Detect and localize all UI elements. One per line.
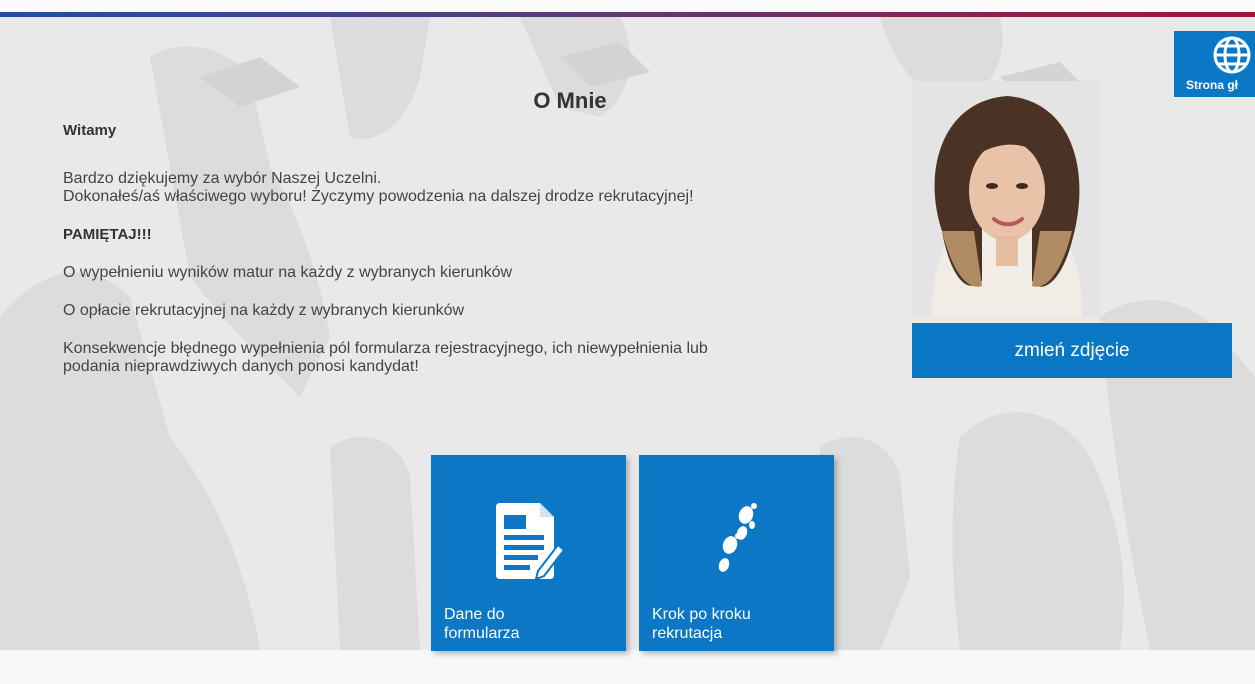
profile-photo	[912, 81, 1101, 317]
footsteps-icon	[712, 501, 762, 586]
home-page-button[interactable]: Strona gł	[1174, 31, 1255, 97]
tile-form-data[interactable]: Dane do formularza	[431, 455, 626, 651]
globe-icon	[1212, 34, 1252, 81]
warning-line-1: Konsekwencje błędnego wypełnienia pól fo…	[63, 340, 708, 357]
tile-form-label: Dane do formularza	[444, 606, 520, 642]
greeting-text: Witamy	[63, 122, 117, 139]
tile-steps-label: Krok po kroku rekrutacja	[652, 606, 751, 642]
form-document-icon	[492, 501, 566, 588]
home-page-label: Strona gł	[1186, 78, 1239, 92]
tile-recruitment-steps[interactable]: Krok po kroku rekrutacja	[639, 455, 834, 651]
reminder-fee: O opłacie rekrutacyjnej na każdy z wybra…	[63, 302, 465, 319]
intro-line-1: Bardzo dziękujemy za wybór Naszej Uczeln…	[63, 170, 382, 187]
welcome-content: Witamy Bardzo dziękujemy za wybór Naszej…	[63, 118, 913, 376]
bottom-strip	[0, 650, 1255, 684]
change-photo-button[interactable]: zmień zdjęcie	[912, 323, 1232, 378]
warning-line-2: podania nieprawdziwych danych ponosi kan…	[63, 358, 419, 375]
reminder-exam-results: O wypełnieniu wyników matur na każdy z w…	[63, 264, 513, 281]
page-title: O Mnie	[533, 88, 607, 113]
intro-line-2: Dokonałeś/aś właściwego wyboru! Życzymy …	[63, 188, 694, 205]
remember-heading: PAMIĘTAJ!!!	[63, 226, 152, 243]
